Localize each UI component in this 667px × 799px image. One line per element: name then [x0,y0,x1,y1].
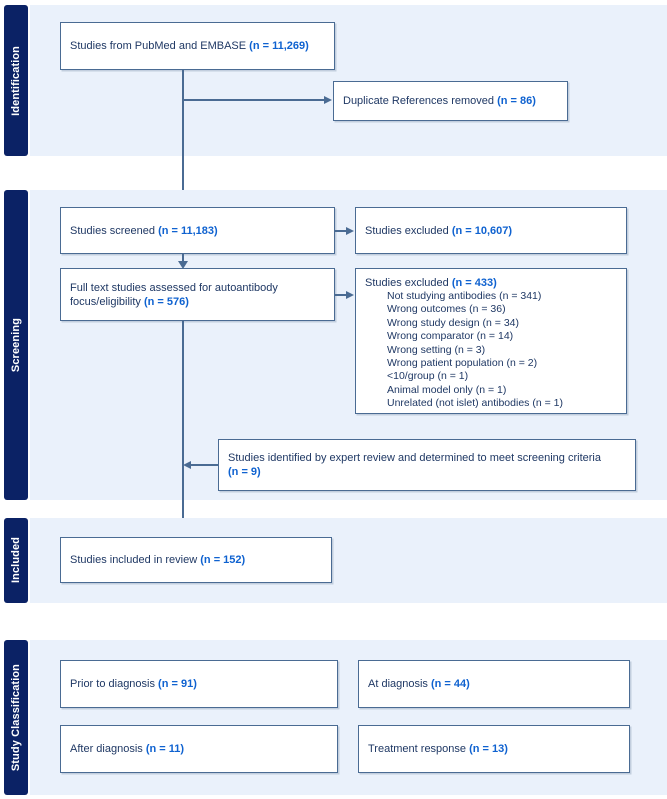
box-studies-excluded-screening-text: Studies excluded [365,224,452,237]
box-after-diagnosis-count: (n = 11) [145,743,185,755]
box-after-diagnosis-text: After diagnosis [70,743,146,755]
arrowhead-expert-review-to-trunk [183,460,191,469]
exclusion-reason-item: Wrong setting (n = 3) [387,343,486,356]
arrowhead-screened-to-excluded [346,226,354,235]
band-label-included-text: Included [10,537,22,584]
box-treatment-response-text: Treatment response [368,743,470,755]
box-duplicates-removed-text: Duplicate References removed [343,95,498,107]
exclusion-reason-item: Wrong patient population (n = 2) [387,357,538,370]
box-studies-included: Studies included in review (n = 152) [60,537,332,583]
arrowhead-screened-to-fulltext [178,261,188,269]
exclusion-reason-item: Animal model only (n = 1) [387,383,507,396]
band-label-identification: Identification [4,5,28,156]
box-expert-review-line1: Studies identified by expert review and … [228,452,601,464]
connector-fulltext-trunk [182,321,184,532]
box-studies-excluded-fulltext-line: Studies excluded (n = 433) [365,276,617,290]
band-label-included: Included [4,518,28,603]
box-studies-excluded-fulltext-text: Studies excluded [365,277,452,289]
arrowhead-to-duplicates [324,95,332,104]
exclusion-reason-item: Not studying antibodies (n = 341) [387,290,542,302]
band-label-screening: Screening [4,190,28,500]
box-studies-screened: Studies screened (n = 11,183) [60,207,335,254]
box-treatment-response-count: (n = 13) [469,743,508,755]
box-duplicates-removed: Duplicate References removed (n = 86) [333,81,568,121]
exclusion-reason-item: Wrong study design (n = 34) [387,316,520,329]
box-fulltext-assessed-count: (n = 576) [143,295,189,308]
box-at-diagnosis-count: (n = 44) [430,678,470,690]
exclusion-reason-item: Unrelated (not islet) antibodies (n = 1) [387,397,563,410]
box-at-diagnosis-text: At diagnosis [368,678,431,690]
band-label-classification-text: Study Classification [10,663,22,772]
box-studies-from-databases-count: (n = 11,269) [249,40,309,52]
box-fulltext-assessed-line1: Full text studies assessed for autoantib… [70,281,278,294]
exclusion-reasons-list: Not studying antibodies (n = 341) Wrong … [365,290,617,411]
box-at-diagnosis-line: At diagnosis (n = 44) [368,677,620,691]
box-after-diagnosis-line: After diagnosis (n = 11) [70,742,328,756]
box-fulltext-assessed-line2: focus/eligibility (n = 576) [70,295,325,309]
box-studies-excluded-fulltext: Studies excluded (n = 433) Not studying … [355,268,627,414]
arrowhead-fulltext-to-excluded [346,290,354,299]
box-studies-excluded-screening-count: (n = 10,607) [451,224,513,237]
connector-sources-to-duplicates [182,99,324,101]
box-prior-to-diagnosis-count: (n = 91) [158,678,197,690]
band-label-screening-text: Screening [10,317,22,373]
box-studies-excluded-screening-line: Studies excluded (n = 10,607) [365,224,617,238]
band-label-classification: Study Classification [4,640,28,795]
box-treatment-response-line: Treatment response (n = 13) [368,742,620,756]
box-duplicates-removed-line: Duplicate References removed (n = 86) [343,94,558,108]
box-studies-included-text: Studies included in review [70,554,201,566]
box-fulltext-assessed-text2: focus/eligibility [70,295,144,308]
box-fulltext-assessed: Full text studies assessed for autoantib… [60,268,335,321]
box-studies-screened-count: (n = 11,183) [158,224,218,237]
box-studies-from-databases: Studies from PubMed and EMBASE (n = 11,2… [60,22,335,70]
box-duplicates-removed-count: (n = 86) [497,95,536,107]
exclusion-reason-item: Wrong comparator (n = 14) [387,330,514,343]
exclusion-reason-item: Wrong outcomes (n = 36) [387,303,506,316]
box-studies-included-line: Studies included in review (n = 152) [70,553,322,567]
box-prior-to-diagnosis: Prior to diagnosis (n = 91) [60,660,338,708]
box-studies-screened-text: Studies screened [70,224,159,237]
box-studies-excluded-screening: Studies excluded (n = 10,607) [355,207,627,254]
box-at-diagnosis: At diagnosis (n = 44) [358,660,630,708]
box-after-diagnosis: After diagnosis (n = 11) [60,725,338,773]
connector-sources-trunk [182,70,184,206]
box-studies-excluded-fulltext-count: (n = 433) [451,277,497,289]
box-studies-from-databases-line: Studies from PubMed and EMBASE (n = 11,2… [70,39,325,53]
box-studies-screened-line: Studies screened (n = 11,183) [70,224,325,238]
connector-expert-review-to-trunk [191,464,219,466]
exclusion-reason-item: <10/group (n = 1) [387,370,469,383]
band-label-identification-text: Identification [10,45,22,116]
box-prior-to-diagnosis-text: Prior to diagnosis [70,678,159,690]
box-treatment-response: Treatment response (n = 13) [358,725,630,773]
box-prior-to-diagnosis-line: Prior to diagnosis (n = 91) [70,677,328,691]
box-expert-review-count: (n = 9) [228,466,261,478]
box-expert-review: Studies identified by expert review and … [218,439,636,491]
prisma-flow-diagram: Identification Studies from PubMed and E… [0,0,667,799]
box-studies-included-count: (n = 152) [200,554,246,566]
box-studies-from-databases-text: Studies from PubMed and EMBASE [70,40,250,52]
